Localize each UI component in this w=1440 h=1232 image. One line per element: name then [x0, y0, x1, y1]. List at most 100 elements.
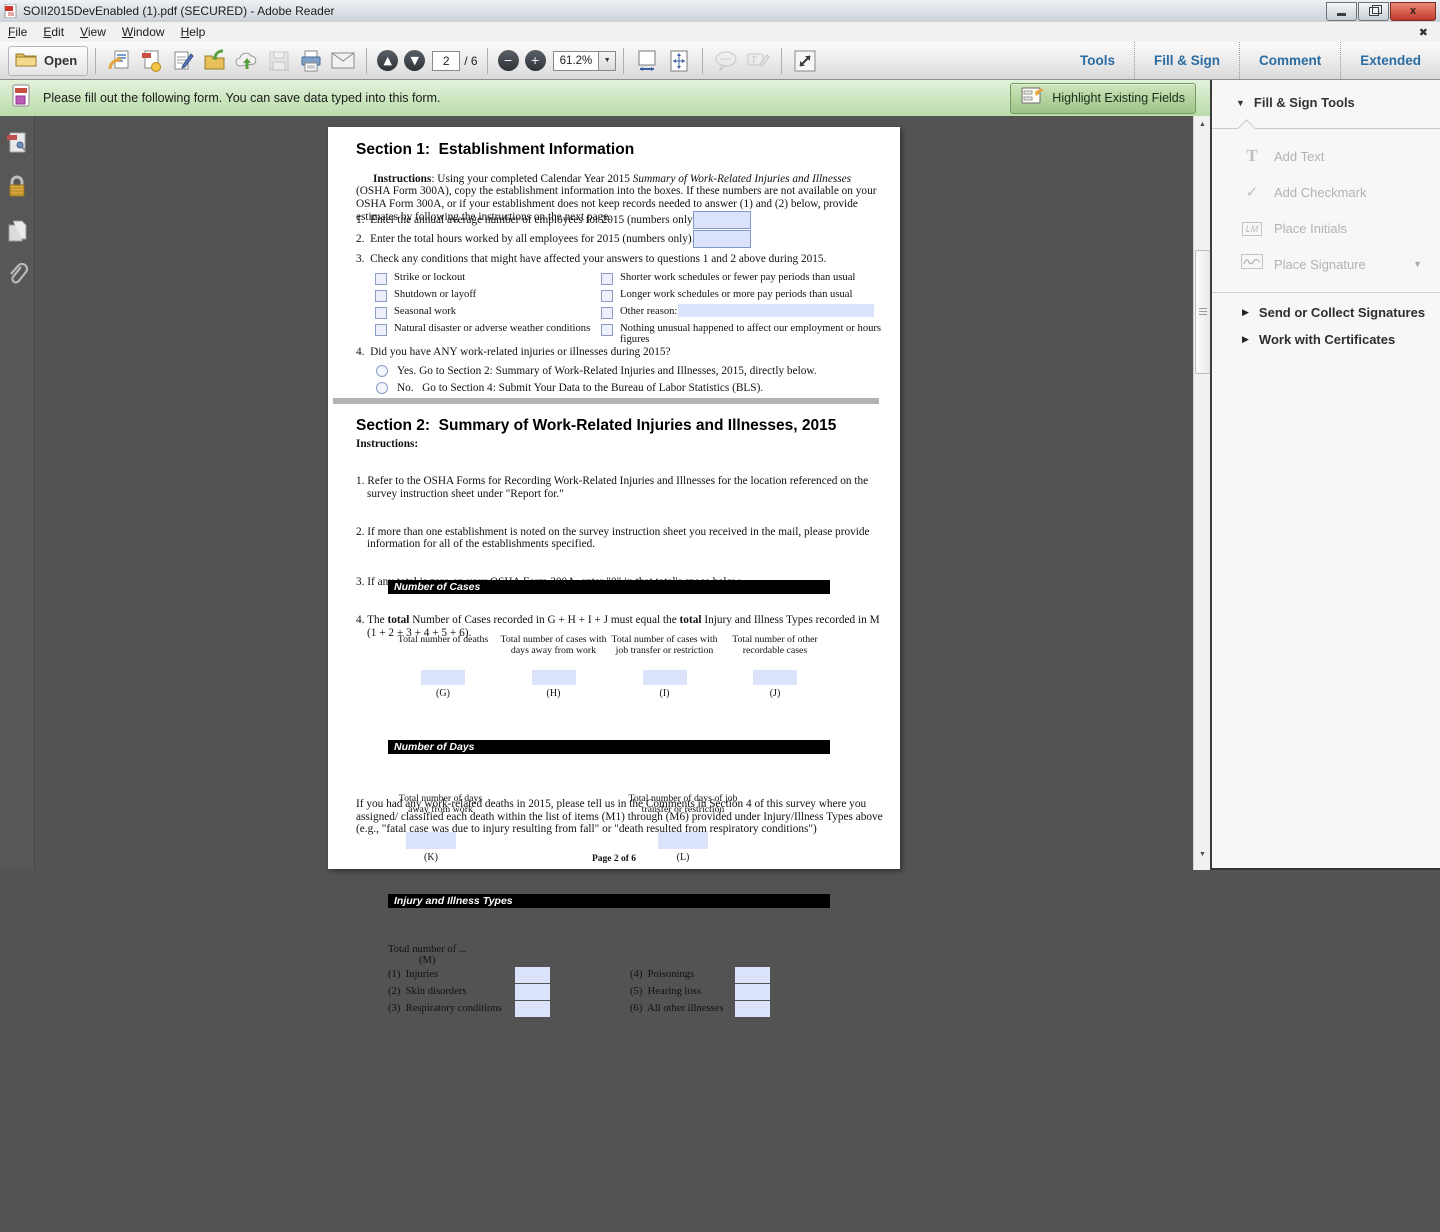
zoom-out-button[interactable]: −	[498, 50, 519, 71]
highlight-button-label: Highlight Existing Fields	[1052, 91, 1185, 105]
create-pdf-icon[interactable]	[138, 48, 164, 74]
tab-comment[interactable]: Comment	[1239, 42, 1340, 79]
pages-icon[interactable]	[0, 214, 34, 248]
checkbox[interactable]	[601, 273, 613, 285]
other-illnesses-input[interactable]	[735, 1001, 770, 1017]
checkbox[interactable]	[375, 290, 387, 302]
page-count-label: / 6	[464, 54, 477, 68]
export-folder-icon[interactable]	[202, 48, 228, 74]
deaths-input[interactable]	[421, 670, 465, 685]
initials-tool-icon: LM	[1240, 219, 1264, 237]
injuries-input[interactable]	[515, 967, 550, 983]
zoom-dropdown-button[interactable]: ▼	[598, 52, 615, 70]
hearing-loss-input[interactable]	[735, 984, 770, 1000]
form-document-icon	[12, 84, 31, 112]
expand-triangle-icon: ▶	[1242, 334, 1249, 345]
restore-icon	[1369, 7, 1379, 16]
fullscreen-button[interactable]	[792, 48, 818, 74]
radio-no[interactable]	[376, 382, 388, 394]
close-icon: x	[1410, 6, 1416, 17]
form-message: Please fill out the following form. You …	[43, 91, 440, 105]
fill-sign-tools-header[interactable]: ▼ Fill & Sign Tools	[1236, 95, 1355, 110]
security-lock-icon[interactable]	[0, 170, 34, 204]
vertical-scrollbar[interactable]: ▲ ▼	[1193, 116, 1211, 870]
checkbox[interactable]	[601, 307, 613, 319]
type-label: Hearing loss	[648, 986, 701, 997]
menu-item-edit[interactable]: Edit	[35, 23, 72, 41]
email-icon[interactable]	[330, 48, 356, 74]
employees-input[interactable]	[693, 211, 751, 229]
respiratory-input[interactable]	[515, 1001, 550, 1017]
type-num: (3)	[388, 1003, 400, 1014]
checkbox[interactable]	[601, 324, 613, 336]
tab-extended[interactable]: Extended	[1340, 42, 1440, 79]
comment-bubble-icon[interactable]	[713, 48, 739, 74]
type-label: Respiratory conditions	[406, 1003, 502, 1014]
work-with-certificates-section[interactable]: ▶ Work with Certificates	[1212, 332, 1440, 347]
hours-input[interactable]	[693, 230, 751, 248]
tab-fill-sign[interactable]: Fill & Sign	[1134, 42, 1239, 79]
add-checkmark-tool[interactable]: ✓ Add Checkmark	[1212, 179, 1440, 205]
tab-tools[interactable]: Tools	[1061, 42, 1134, 79]
save-icon[interactable]	[266, 48, 292, 74]
arrow-up-icon: ▲	[1199, 121, 1206, 128]
chevron-down-icon[interactable]: ▼	[1413, 259, 1422, 269]
poisonings-input[interactable]	[735, 967, 770, 983]
transfer-cases-input[interactable]	[643, 670, 687, 685]
type-label: Injuries	[406, 969, 438, 980]
radio-yes-label: Yes. Go to Section 2: Summary of Work-Re…	[397, 365, 817, 378]
next-page-button[interactable]: ▼	[404, 50, 425, 71]
other-cases-input[interactable]	[753, 670, 797, 685]
highlight-existing-fields-button[interactable]: Highlight Existing Fields	[1010, 83, 1196, 114]
minus-icon: −	[503, 55, 512, 66]
expand-triangle-icon: ▶	[1242, 307, 1249, 318]
page-number-input[interactable]: 2	[432, 51, 460, 71]
column-header: Total number of cases with job transfer …	[609, 634, 720, 670]
scroll-down-button[interactable]: ▼	[1194, 846, 1211, 862]
previous-page-button[interactable]: ▲	[377, 50, 398, 71]
close-button[interactable]: x	[1390, 2, 1436, 21]
open-button[interactable]: Open	[8, 46, 88, 76]
restore-button[interactable]	[1358, 2, 1389, 21]
menu-item-file[interactable]: File	[0, 23, 35, 41]
other-reason-input[interactable]	[678, 304, 874, 317]
page-thumbnails-icon[interactable]	[0, 126, 34, 160]
attachments-icon[interactable]	[0, 258, 34, 292]
cloud-upload-icon[interactable]	[234, 48, 260, 74]
annotate-icon[interactable]: T	[745, 48, 771, 74]
column-header: Total number of other recordable cases	[720, 634, 830, 670]
print-icon[interactable]	[298, 48, 324, 74]
menu-item-help[interactable]: Help	[173, 23, 214, 41]
section1-title: Section 1: Establishment Information	[356, 141, 634, 159]
column-code: (I)	[609, 688, 720, 699]
place-signature-tool[interactable]: Place Signature ▼	[1212, 251, 1440, 277]
fit-page-button[interactable]	[666, 48, 692, 74]
zoom-in-button[interactable]: +	[525, 50, 546, 71]
menu-item-view[interactable]: View	[72, 23, 114, 41]
hide-menubar-icon[interactable]: ✖	[1419, 26, 1428, 39]
radio-yes[interactable]	[376, 365, 388, 377]
toolbar-separator	[623, 48, 624, 74]
condition-label: Shutdown or layoff	[394, 289, 476, 300]
type-num: (1)	[388, 969, 400, 980]
sign-document-icon[interactable]	[170, 48, 196, 74]
place-initials-tool[interactable]: LM Place Initials	[1212, 215, 1440, 241]
minimize-button[interactable]	[1326, 2, 1357, 21]
checkbox[interactable]	[601, 290, 613, 302]
scroll-up-button[interactable]: ▲	[1194, 116, 1211, 132]
send-collect-signatures-section[interactable]: ▶ Send or Collect Signatures	[1212, 305, 1440, 320]
scrollbar-grip	[1199, 308, 1207, 317]
add-text-tool[interactable]: T Add Text	[1212, 143, 1440, 169]
fit-width-button[interactable]	[634, 48, 660, 74]
question-4-label: 4. Did you have ANY work-related injurie…	[356, 346, 671, 359]
checkbox[interactable]	[375, 324, 387, 336]
days-away-cases-input[interactable]	[532, 670, 576, 685]
share-document-icon[interactable]	[106, 48, 132, 74]
skin-disorders-input[interactable]	[515, 984, 550, 1000]
document-viewport[interactable]: Section 1: Establishment Information Ins…	[35, 116, 1193, 870]
checkbox[interactable]	[375, 307, 387, 319]
scrollbar-thumb[interactable]	[1195, 250, 1211, 374]
menu-item-window[interactable]: Window	[114, 23, 173, 41]
zoom-level-input[interactable]: 61.2%	[554, 55, 599, 67]
checkbox[interactable]	[375, 273, 387, 285]
